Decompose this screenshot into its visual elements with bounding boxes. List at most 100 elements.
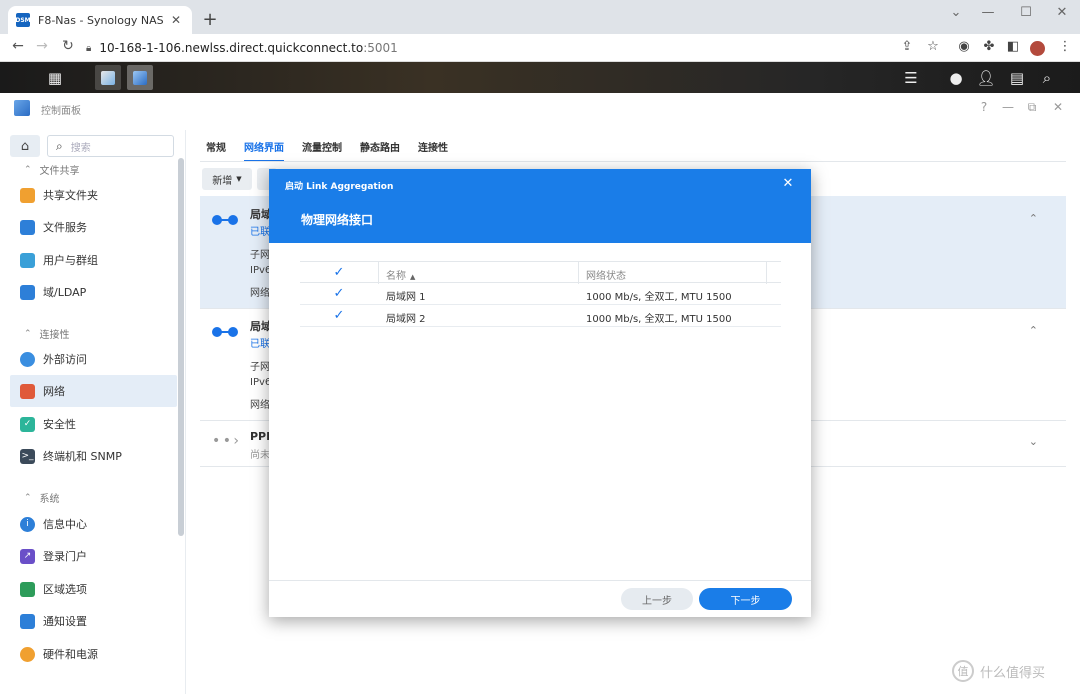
column-status-header[interactable]: 网络状态 — [586, 267, 626, 282]
tab-bar: 常规 网络界面 流量控制 静态路由 连接性 — [206, 139, 466, 162]
shield-icon: ✓ — [20, 416, 35, 432]
regional-map-icon — [20, 581, 35, 597]
sidebar-item-terminal-snmp[interactable]: >_ 终端机和 SNMP — [10, 440, 177, 472]
dialog-title: 启动 Link Aggregation — [285, 182, 394, 192]
login-portal-icon: ↗ — [20, 548, 35, 564]
tab-search-chevron-icon[interactable]: ⌄ — [946, 5, 966, 20]
sidebar-item-regional-options[interactable]: 区域选项 — [10, 573, 177, 605]
browser-menu-icon[interactable]: ⋮ — [1056, 39, 1074, 54]
sidebar-item-file-services[interactable]: 文件服务 — [10, 211, 177, 243]
sidebar-item-notification[interactable]: 通知设置 — [10, 605, 177, 637]
dsm-favicon-icon: DSM — [15, 13, 31, 27]
profile-avatar[interactable] — [1030, 41, 1045, 56]
window-titlebar: 控制面板 ? — ⧉ ✕ — [0, 93, 1080, 123]
footer-divider — [269, 580, 811, 581]
sidebar-item-domain-ldap[interactable]: 域/LDAP — [10, 276, 177, 308]
tab-static-route[interactable]: 静态路由 — [360, 139, 400, 162]
row-checkbox[interactable]: ✓ — [332, 309, 346, 323]
tab-network-interface[interactable]: 网络界面 — [244, 139, 284, 162]
control-panel-icon — [133, 70, 147, 85]
sidebar-item-login-portal[interactable]: ↗ 登录门户 — [10, 540, 177, 572]
browser-tab[interactable]: DSM F8-Nas - Synology NAS ✕ — [8, 6, 192, 34]
chevron-up-icon[interactable]: ⌃ — [1029, 324, 1038, 337]
tab-divider — [200, 161, 1066, 162]
chevron-down-icon[interactable]: ⌄ — [1029, 435, 1038, 448]
extensions-puzzle-icon[interactable]: ✤ — [980, 39, 998, 54]
taskbar-app-control-panel[interactable] — [127, 65, 153, 90]
minimize-icon[interactable]: — — [1000, 100, 1016, 114]
reload-icon[interactable]: ↻ — [58, 38, 78, 54]
select-all-checkbox[interactable]: ✓ — [332, 266, 346, 280]
search-input[interactable]: ⌕ 搜索 — [47, 135, 174, 157]
browser-tabstrip: DSM F8-Nas - Synology NAS ✕ + ⌄ — ☐ ✕ — [0, 0, 1080, 34]
extension-circle-icon[interactable]: ◉ — [955, 39, 973, 54]
widgets-icon[interactable]: ▤ — [1004, 65, 1030, 90]
tab-general[interactable]: 常规 — [206, 139, 226, 162]
grid-header: ✓ 名称 ▲ 网络状态 — [300, 261, 781, 284]
stack-icon[interactable]: ☰ — [898, 65, 924, 90]
sidebar-item-hardware-power[interactable]: 硬件和电源 — [10, 638, 177, 670]
users-icon — [20, 252, 35, 268]
dialog-header: 启动 Link Aggregation ✕ 物理网络接口 — [269, 169, 811, 243]
search-icon[interactable]: ⌕ — [1034, 65, 1060, 90]
control-panel-icon — [14, 100, 30, 116]
search-placeholder: 搜索 — [70, 142, 91, 154]
chevron-up-icon[interactable]: ⌃ — [1029, 212, 1038, 225]
restore-icon[interactable]: ⧉ — [1024, 100, 1040, 115]
new-tab-icon[interactable]: + — [200, 9, 220, 30]
section-connectivity[interactable]: ⌃ 连接性 — [24, 326, 70, 342]
maximize-window-icon[interactable]: ☐ — [1016, 5, 1036, 20]
share-icon[interactable]: ⇪ — [898, 39, 916, 54]
new-button[interactable]: 新增 ▼ — [202, 168, 252, 190]
tab-connectivity[interactable]: 连接性 — [418, 139, 448, 162]
chat-icon[interactable]: ● — [943, 65, 969, 90]
section-system[interactable]: ⌃ 系统 — [24, 490, 60, 506]
side-panel-icon[interactable]: ◧ — [1004, 39, 1022, 54]
next-button[interactable]: 下一步 — [699, 588, 792, 610]
close-icon[interactable]: ✕ — [1050, 100, 1066, 114]
main-menu-icon[interactable]: ▦ — [42, 65, 68, 90]
previous-button[interactable]: 上一步 — [621, 588, 693, 610]
pppoe-arrow-icon: • • › — [212, 433, 239, 449]
help-icon[interactable]: ? — [976, 100, 992, 114]
taskbar-app-storage[interactable] — [95, 65, 121, 90]
window-title: 控制面板 — [41, 106, 81, 117]
chevron-up-icon: ⌃ — [24, 328, 32, 339]
sidebar-item-user-group[interactable]: 用户与群组 — [10, 244, 177, 276]
home-icon: ⌂ — [20, 138, 30, 154]
url-host: 10-168-1-106.newlss.direct.quickconnect.… — [99, 41, 364, 55]
column-name-header[interactable]: 名称 ▲ — [386, 267, 415, 282]
bulb-icon — [20, 646, 35, 662]
minimize-window-icon[interactable]: — — [978, 5, 998, 20]
sidebar-scrollbar[interactable] — [178, 158, 184, 536]
section-file-sharing[interactable]: ⌃ 文件共享 — [24, 162, 80, 178]
tab-traffic-control[interactable]: 流量控制 — [302, 139, 342, 162]
sidebar-item-external-access[interactable]: 外部访问 — [10, 343, 177, 375]
chevron-up-icon: ⌃ — [24, 492, 32, 503]
back-icon[interactable]: ← — [8, 38, 28, 54]
close-window-icon[interactable]: ✕ — [1052, 5, 1072, 20]
sidebar-item-info-center[interactable]: i 信息中心 — [10, 508, 177, 540]
sidebar: ⌂ ⌕ 搜索 ⌃ 文件共享 共享文件夹 文件服务 用户与群组 域/LDAP ⌃ 连接… — [0, 130, 186, 694]
chevron-up-icon: ⌃ — [24, 164, 32, 175]
storage-manager-icon — [101, 70, 115, 85]
url-field[interactable]: 🔒︎ 10-168-1-106.newlss.direct.quickconne… — [86, 38, 946, 58]
table-row[interactable]: ✓ 局域网 2 1000 Mb/s, 全双工, MTU 1500 — [300, 305, 781, 327]
home-button[interactable]: ⌂ — [10, 135, 40, 157]
interface-grid: ✓ 名称 ▲ 网络状态 ✓ 局域网 1 1000 Mb/s, 全双工, MTU 1… — [300, 261, 781, 327]
tab-close-icon[interactable]: ✕ — [168, 13, 184, 27]
caret-down-icon: ▼ — [236, 175, 242, 183]
bookmark-star-icon[interactable]: ☆ — [924, 39, 942, 54]
close-icon[interactable]: ✕ — [781, 176, 795, 191]
row-checkbox[interactable]: ✓ — [332, 287, 346, 301]
forward-icon[interactable]: → — [32, 38, 52, 54]
network-link-icon — [212, 215, 238, 225]
sidebar-item-security[interactable]: ✓ 安全性 — [10, 408, 177, 440]
table-row[interactable]: ✓ 局域网 1 1000 Mb/s, 全双工, MTU 1500 — [300, 283, 781, 305]
user-icon[interactable]: 👤︎ — [973, 65, 999, 90]
network-house-icon — [20, 383, 35, 399]
sidebar-item-network[interactable]: 网络 — [10, 375, 177, 407]
watermark-text: 什么值得买 — [980, 665, 1046, 681]
watermark-logo-icon: 值 — [952, 660, 974, 682]
sidebar-item-shared-folder[interactable]: 共享文件夹 — [10, 179, 177, 211]
